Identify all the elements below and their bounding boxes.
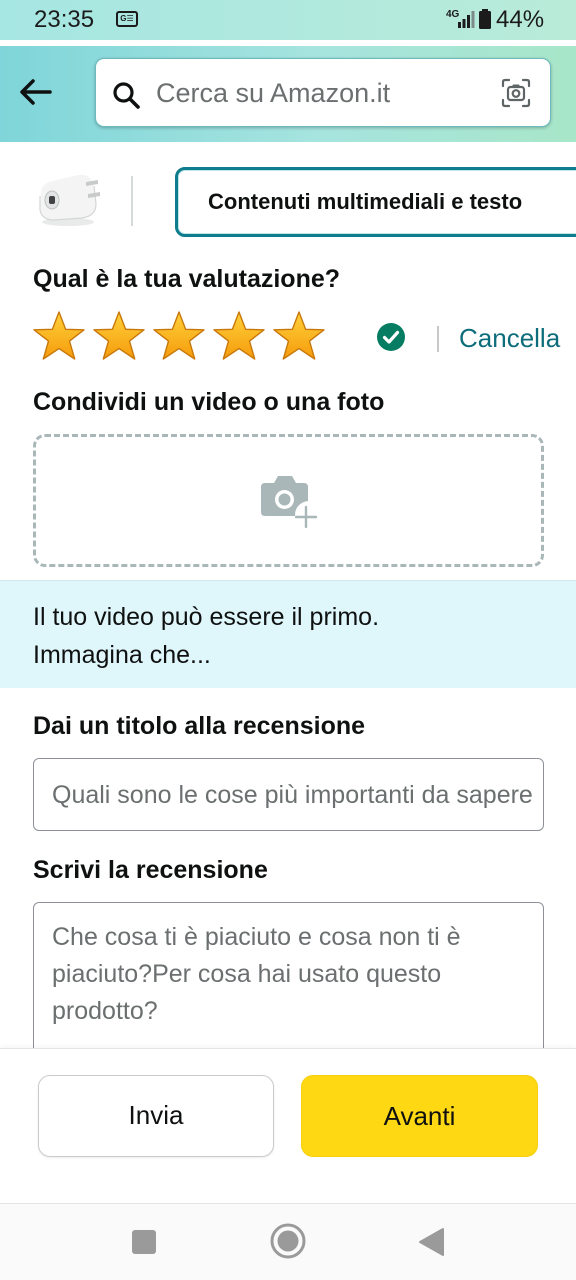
star-icon-5[interactable] (272, 310, 326, 364)
camera-scan-icon[interactable] (500, 77, 532, 109)
clear-rating-link[interactable]: Cancella (459, 323, 560, 354)
info-text-line-1: Il tuo video può essere il primo. (33, 603, 380, 631)
status-bar: 23:35 G☰ 4G 44% (0, 0, 576, 40)
separator (437, 326, 439, 352)
battery-icon (479, 9, 491, 29)
title-field-label: Dai un titolo alla recensione (33, 712, 366, 740)
star-rating[interactable] (32, 310, 326, 366)
media-upload-area[interactable] (33, 434, 544, 567)
star-icon-3[interactable] (152, 310, 206, 364)
header-top-strip (0, 40, 576, 46)
info-banner: Il tuo video può essere il primo. Immagi… (0, 580, 576, 688)
back-arrow-icon[interactable] (14, 70, 58, 114)
info-text-line-2[interactable]: Immagina che... (33, 641, 211, 670)
review-textarea[interactable] (52, 919, 522, 1059)
add-photo-icon (261, 476, 318, 529)
product-thumbnail-image[interactable] (30, 160, 106, 240)
search-bar[interactable] (95, 58, 551, 127)
product-divider (131, 176, 133, 226)
submit-button[interactable]: Invia (38, 1075, 274, 1157)
recents-square-icon[interactable] (131, 1229, 157, 1255)
search-icon (113, 82, 140, 109)
check-circle-icon (377, 323, 405, 351)
star-icon-2[interactable] (92, 310, 146, 364)
status-time: 23:35 (34, 6, 95, 33)
review-field-label: Scrivi la recensione (33, 856, 268, 884)
review-title-input[interactable] (52, 775, 532, 815)
battery-percentage: 44% (496, 6, 545, 33)
rating-heading: Qual è la tua valutazione? (33, 265, 341, 293)
review-text-field[interactable] (33, 902, 544, 1062)
next-button[interactable]: Avanti (301, 1075, 538, 1157)
star-icon-4[interactable] (212, 310, 266, 364)
tab-media-and-text[interactable]: Contenuti multimediali e testo (175, 167, 576, 237)
search-input[interactable] (156, 73, 486, 113)
star-icon-1[interactable] (32, 310, 86, 364)
home-circle-icon[interactable] (269, 1222, 307, 1260)
sim-card-icon: G☰ (116, 11, 138, 27)
signal-strength-icon (458, 11, 475, 28)
review-title-field[interactable] (33, 758, 544, 831)
media-heading: Condividi un video o una foto (33, 388, 385, 416)
back-triangle-icon[interactable] (417, 1227, 445, 1257)
